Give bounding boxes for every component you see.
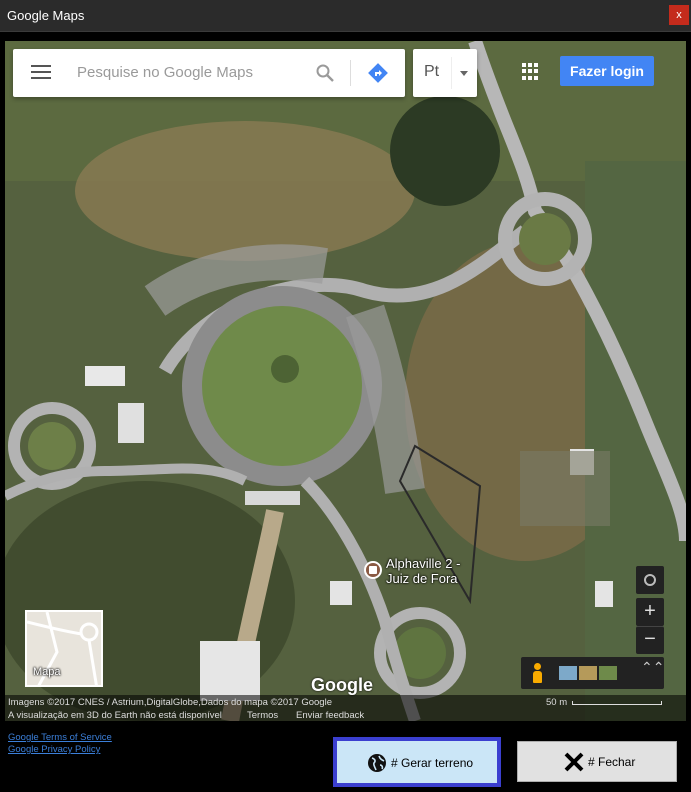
zoom-out-button[interactable]: − (636, 626, 664, 654)
minimap-label: Mapa (33, 666, 61, 678)
map-type-toggle[interactable]: Mapa (25, 610, 103, 687)
menu-icon[interactable] (31, 65, 51, 81)
close-button[interactable]: # Fechar (517, 741, 677, 782)
layers-bar: ⌃⌃ (521, 657, 664, 689)
imagery-thumbnail[interactable] (559, 666, 577, 680)
terms-link[interactable]: Termos (247, 710, 278, 721)
google-logo: Google (311, 675, 373, 695)
3d-notice-text: A visualização em 3D do Earth não está d… (8, 710, 222, 721)
login-button[interactable]: Fazer login (560, 56, 654, 86)
close-window-button[interactable]: x (669, 5, 689, 25)
satellite-imagery (5, 41, 686, 721)
feedback-link[interactable]: Enviar feedback (296, 710, 364, 721)
place-label[interactable]: Alphaville 2 - Juiz de Fora (386, 556, 476, 586)
attribution-bar: Imagens ©2017 CNES / Astrium,DigitalGlob… (5, 695, 686, 721)
language-label: Pt (424, 63, 440, 80)
search-icon[interactable] (315, 63, 335, 83)
apps-grid-icon[interactable] (522, 63, 539, 80)
search-input[interactable]: Pesquise no Google Maps (77, 64, 253, 81)
language-selector[interactable]: Pt (413, 49, 477, 97)
pegman-icon[interactable] (532, 663, 542, 683)
directions-icon[interactable] (367, 62, 389, 84)
zoom-in-button[interactable]: + (636, 598, 664, 626)
scale-label: 50 m (546, 697, 568, 708)
place-marker-icon[interactable] (364, 561, 382, 579)
generate-terrain-button[interactable]: # Gerar terreno (333, 737, 501, 787)
my-location-button[interactable] (636, 566, 664, 594)
title-bar: Google Maps x (0, 0, 691, 32)
chevron-down-icon (460, 71, 468, 76)
window-title: Google Maps (7, 8, 85, 23)
imagery-thumbnail[interactable] (599, 666, 617, 680)
attribution-text: Imagens ©2017 CNES / Astrium,DigitalGlob… (8, 697, 332, 708)
footer-links: Google Terms of Service Google Privacy P… (8, 732, 112, 756)
terms-of-service-link[interactable]: Google Terms of Service (8, 732, 112, 744)
language-separator (451, 57, 452, 89)
search-separator (350, 60, 351, 86)
search-box[interactable]: Pesquise no Google Maps (13, 49, 405, 97)
imagery-thumbnail[interactable] (579, 666, 597, 680)
generate-terrain-label: # Gerar terreno (391, 756, 474, 770)
scale-bar (572, 701, 662, 705)
close-label: # Fechar (588, 755, 636, 769)
close-icon (564, 752, 584, 772)
globe-icon (368, 754, 386, 772)
privacy-policy-link[interactable]: Google Privacy Policy (8, 744, 112, 756)
map-view[interactable]: Pesquise no Google Maps Pt Fazer login A… (5, 41, 686, 721)
expand-icon[interactable]: ⌃⌃ (641, 660, 664, 674)
